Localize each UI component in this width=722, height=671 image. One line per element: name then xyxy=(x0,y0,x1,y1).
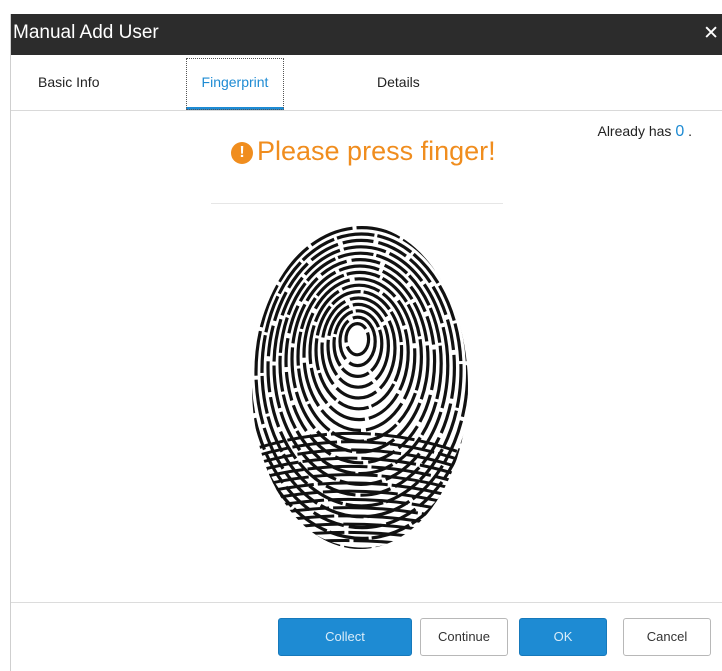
tab-basic-info[interactable]: Basic Info xyxy=(38,74,99,90)
already-has-label: Already has xyxy=(597,123,672,139)
press-finger-prompt: ! Please press finger! xyxy=(231,136,531,167)
info-icon: ! xyxy=(231,142,253,164)
divider xyxy=(211,203,503,204)
title-bar: Manual Add User ✕ xyxy=(11,14,722,55)
cancel-button[interactable]: Cancel xyxy=(623,618,711,656)
footer-divider xyxy=(11,602,722,603)
dialog-title: Manual Add User xyxy=(13,22,159,43)
tab-bar: Basic Info Fingerprint Details xyxy=(11,55,722,111)
ok-button[interactable]: OK xyxy=(519,618,607,656)
tab-details[interactable]: Details xyxy=(377,74,420,90)
continue-button[interactable]: Continue xyxy=(420,618,508,656)
fingerprint-count: Already has 0 . xyxy=(597,123,692,141)
fingerprint-count-value: 0 xyxy=(675,123,685,140)
already-has-suffix: . xyxy=(688,123,692,139)
prompt-text: Please press finger! xyxy=(257,136,496,166)
fingerprint-image xyxy=(252,225,468,549)
tab-fingerprint[interactable]: Fingerprint xyxy=(186,58,284,110)
manual-add-user-dialog: Manual Add User ✕ Basic Info Fingerprint… xyxy=(10,14,722,671)
close-icon[interactable]: ✕ xyxy=(703,24,719,44)
collect-button[interactable]: Collect xyxy=(278,618,412,656)
